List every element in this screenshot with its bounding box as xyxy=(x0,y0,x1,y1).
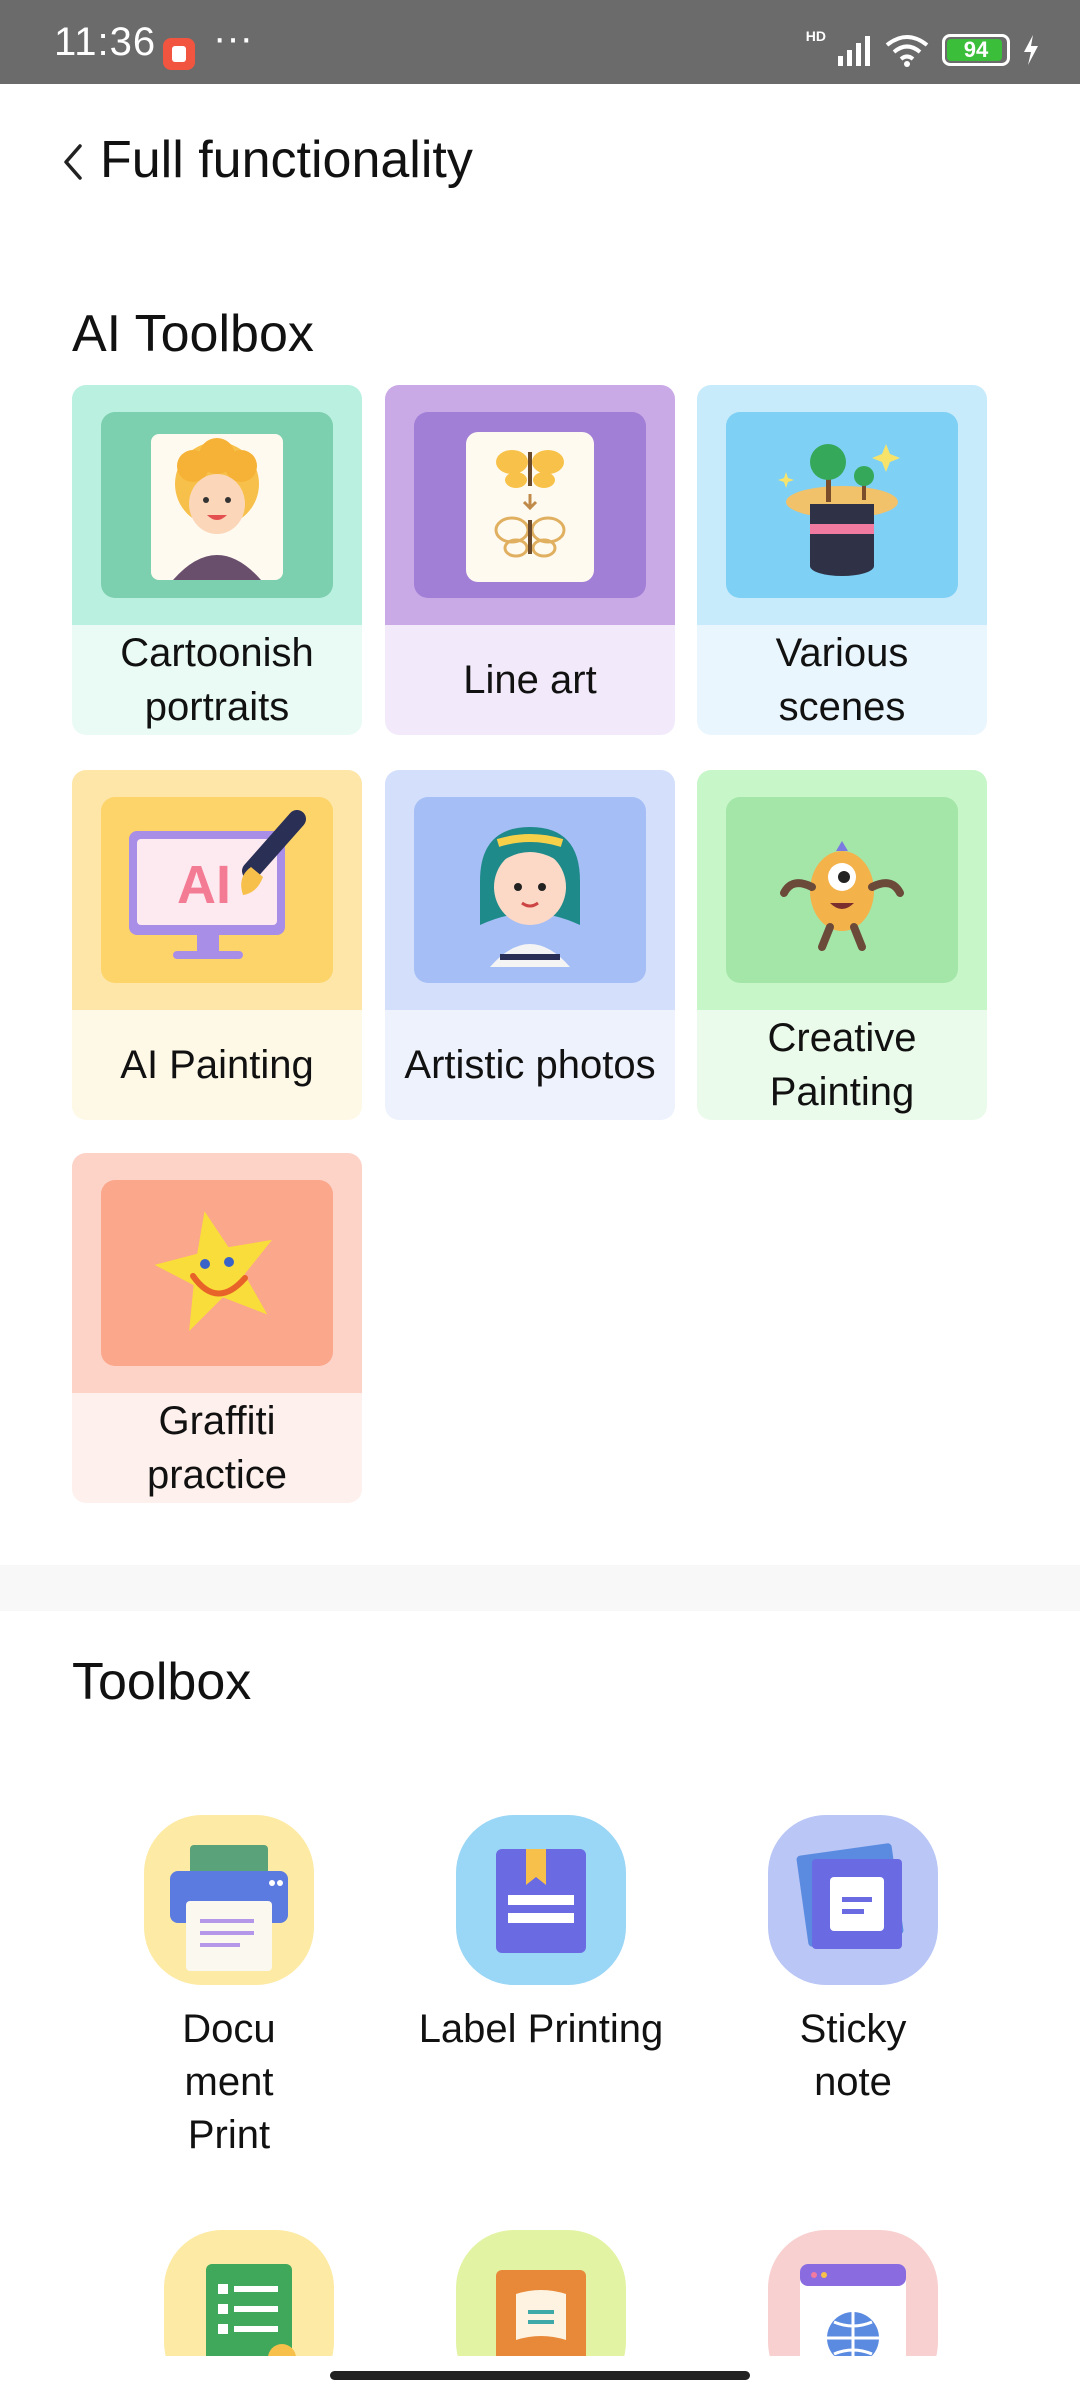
card-label-area: Various scenes xyxy=(697,625,987,735)
card-top-bg xyxy=(697,385,987,625)
toolbox-title: Toolbox xyxy=(72,1653,252,1711)
printer-icon xyxy=(144,1815,314,1985)
wifi-icon xyxy=(885,35,929,67)
cartoon-portrait-icon xyxy=(101,412,333,598)
tool-document-print[interactable]: Docu ment Print xyxy=(79,1815,379,2162)
star-icon xyxy=(101,1180,333,1366)
tool-label: Label Printing xyxy=(418,2007,664,2051)
network-type-label: HD xyxy=(805,28,826,44)
ai-tool-card-ai-painting[interactable]: AI AI Painting xyxy=(72,770,362,1120)
web-globe-icon xyxy=(768,2230,938,2356)
butterfly-icon xyxy=(414,412,646,598)
battery-icon: 94 xyxy=(942,34,1010,66)
home-indicator[interactable] xyxy=(330,2371,750,2380)
card-top-bg: AI xyxy=(72,770,362,1010)
card-label-area: Graffiti practice xyxy=(72,1393,362,1503)
tool-web-globe[interactable] xyxy=(768,2230,938,2356)
card-label: Cartoonish portraits xyxy=(120,631,314,729)
tool-label-printing[interactable]: Label Printing xyxy=(391,1815,691,2056)
status-time: 11:36 xyxy=(54,20,157,64)
tool-sticky-note[interactable]: Sticky note xyxy=(703,1815,1003,2109)
scroll-icon xyxy=(456,2230,626,2356)
page-title: Full functionality xyxy=(100,131,473,189)
label-book-icon xyxy=(456,1815,626,1985)
ai-tool-card-creative-painting[interactable]: Creative Painting xyxy=(697,770,987,1120)
card-top-bg xyxy=(385,770,675,1010)
status-bar: 11:36 ··· HD 94 xyxy=(0,0,1080,84)
ai-tool-card-artistic-photos[interactable]: Artistic photos xyxy=(385,770,675,1120)
card-top-bg xyxy=(385,385,675,625)
ai-tool-card-line-art[interactable]: Line art xyxy=(385,385,675,735)
ai-toolbox-title: AI Toolbox xyxy=(72,305,314,363)
card-label: Various scenes xyxy=(775,631,909,729)
card-top-bg xyxy=(697,770,987,1010)
card-label-area: Creative Painting xyxy=(697,1010,987,1120)
card-label: Artistic photos xyxy=(404,1043,656,1087)
magic-hat-icon xyxy=(726,412,958,598)
ai-tool-card-various-scenes[interactable]: Various scenes xyxy=(697,385,987,735)
card-label: Graffiti practice xyxy=(146,1399,288,1497)
card-label-area: AI Painting xyxy=(72,1010,362,1120)
girl-portrait-icon xyxy=(414,797,646,983)
charging-icon xyxy=(1024,35,1038,65)
section-divider xyxy=(0,1565,1080,1611)
card-label-area: Artistic photos xyxy=(385,1010,675,1120)
card-top-bg xyxy=(72,1153,362,1393)
app-notification-icon xyxy=(163,38,195,70)
tool-label: Docu ment Print xyxy=(182,2007,276,2157)
ai-tool-card-cartoonish-portraits[interactable]: Cartoonish portraits xyxy=(72,385,362,735)
sticky-note-icon xyxy=(768,1815,938,1985)
svg-text:AI: AI xyxy=(177,855,231,915)
card-label: AI Painting xyxy=(120,1043,314,1087)
tool-label: Sticky note xyxy=(799,2007,907,2104)
card-label-area: Cartoonish portraits xyxy=(72,625,362,735)
more-notifications-icon: ··· xyxy=(213,16,253,60)
ai-monitor-icon: AI xyxy=(101,797,333,983)
ai-tool-card-graffiti-practice[interactable]: Graffiti practice xyxy=(72,1153,362,1503)
card-label: Line art xyxy=(463,658,597,702)
back-chevron-icon[interactable] xyxy=(58,140,88,184)
battery-percent: 94 xyxy=(963,37,989,62)
card-top-bg xyxy=(72,385,362,625)
list-document-icon xyxy=(164,2230,334,2356)
signal-icon xyxy=(838,36,870,66)
card-label-area: Line art xyxy=(385,625,675,735)
monster-icon xyxy=(726,797,958,983)
tool-scroll[interactable] xyxy=(456,2230,626,2356)
card-label: Creative Painting xyxy=(767,1016,917,1114)
tool-list-document[interactable] xyxy=(164,2230,334,2356)
